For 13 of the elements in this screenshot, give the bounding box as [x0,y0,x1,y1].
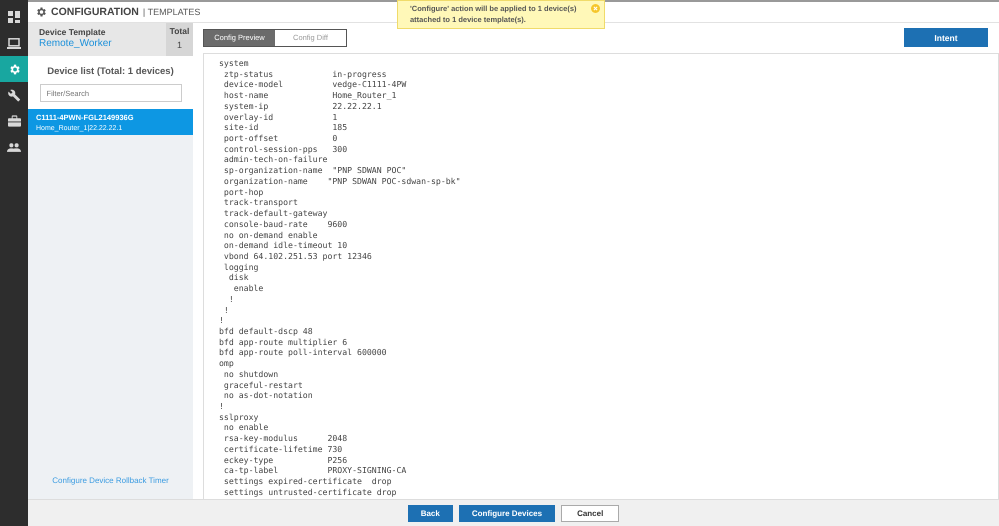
template-label: Device Template [39,27,106,37]
template-name: Remote_Worker [39,38,113,49]
page-title: CONFIGURATION [51,6,139,18]
config-text: system ztp-status in-progress device-model vedge-C1111-4PW host-name Home_Router_1 system-ip 22.22.22.1 overlay-id 1 site-id 185 port-offset 0 control-session-pps 300 admin-tech-on-failure sp-organization-name "PNP SDWAN POC" organization-name "PNP SDWAN POC-sdwan-sp-bk" port-hop track-transport track-default-gateway console-baud-rate 9600 no on-demand enable on-demand idle-timeout 10 vbond 64.102.251.53 port 12346 logging disk enable ! ! ! bfd default-dscp 48 bfd app-route multiplier 6 bfd app-route poll-interval 600000 omp no shutdown graceful-restart no as-dot-notation ! sslproxy no enable rsa-key-modulus 2048 certificate-lifetime 730 eckey-type P256 ca-tp-label PROXY-SIGNING-CA settings expired-certificate drop settings untrusted-certificate drop [219,58,462,498]
rollback-timer-link[interactable]: Configure Device Rollback Timer [28,476,193,499]
intent-button[interactable]: Intent [904,28,988,47]
page-subtitle: | TEMPLATES [142,7,200,17]
footer-button[interactable]: Cancel [561,504,620,522]
device-list-title: Device list (Total: 1 devices) [47,66,174,77]
total-count: 1 [176,40,182,50]
footer-button[interactable]: Configure Devices [458,504,556,522]
total-label: Total [170,26,190,36]
footer-button[interactable]: Back [408,504,453,522]
